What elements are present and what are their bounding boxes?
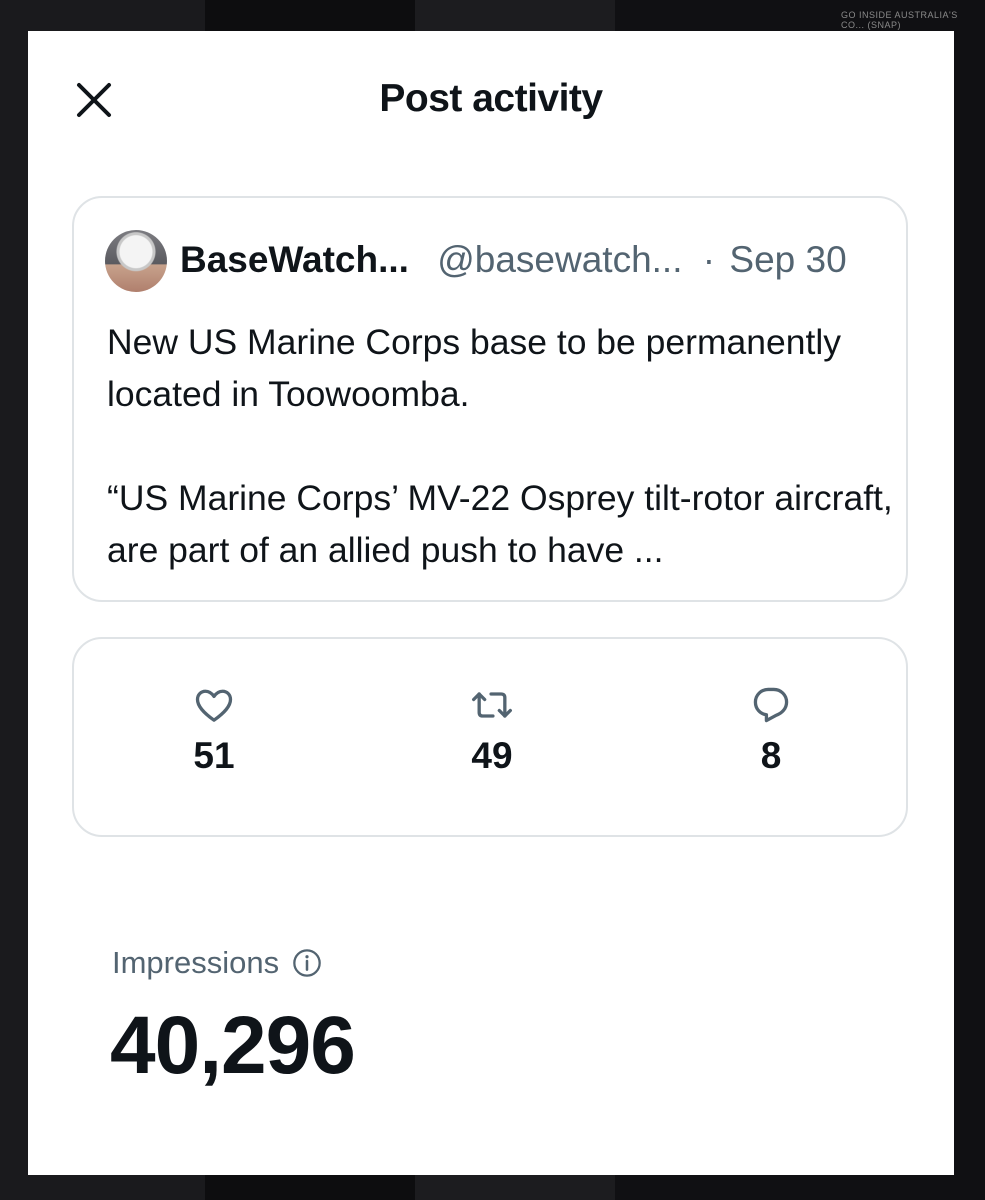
post-header: BaseWatch... @basewatch... · Sep 30 [180, 238, 847, 282]
quoted-post-card[interactable]: BaseWatch... @basewatch... · Sep 30 New … [72, 196, 908, 602]
post-paragraph: New US Marine Corps base to be permanent… [107, 322, 842, 414]
background-headline: GO INSIDE AUSTRALIA'S CO... (SNAP) [841, 10, 958, 30]
author-name[interactable]: BaseWatch... [180, 239, 409, 280]
post-activity-modal: Post activity BaseWatch... @basewatch...… [28, 31, 954, 1175]
repost-icon [472, 692, 512, 718]
likes-count: 51 [193, 735, 235, 776]
avatar[interactable] [105, 230, 167, 292]
info-icon[interactable] [291, 947, 323, 979]
post-paragraph: “US Marine Corps’ MV-22 Osprey tilt-roto… [107, 478, 893, 570]
reply-icon [753, 687, 789, 723]
impressions-label: Impressions [112, 945, 323, 981]
impressions-label-text: Impressions [112, 945, 280, 980]
likes-stat[interactable]: 51 [144, 683, 284, 777]
separator-dot: · [702, 239, 716, 280]
author-handle[interactable]: @basewatch... [437, 239, 682, 280]
replies-count: 8 [760, 735, 782, 776]
reposts-count: 49 [471, 735, 513, 776]
replies-stat[interactable]: 8 [701, 683, 841, 777]
reposts-stat[interactable]: 49 [422, 683, 562, 777]
impressions-value: 40,296 [110, 1000, 356, 1091]
post-date[interactable]: Sep 30 [729, 239, 846, 280]
page-title: Post activity [379, 77, 603, 120]
engagement-stats-card: 51 49 8 [72, 637, 908, 837]
post-text: New US Marine Corps base to be permanent… [107, 316, 897, 576]
heart-icon [195, 689, 233, 722]
